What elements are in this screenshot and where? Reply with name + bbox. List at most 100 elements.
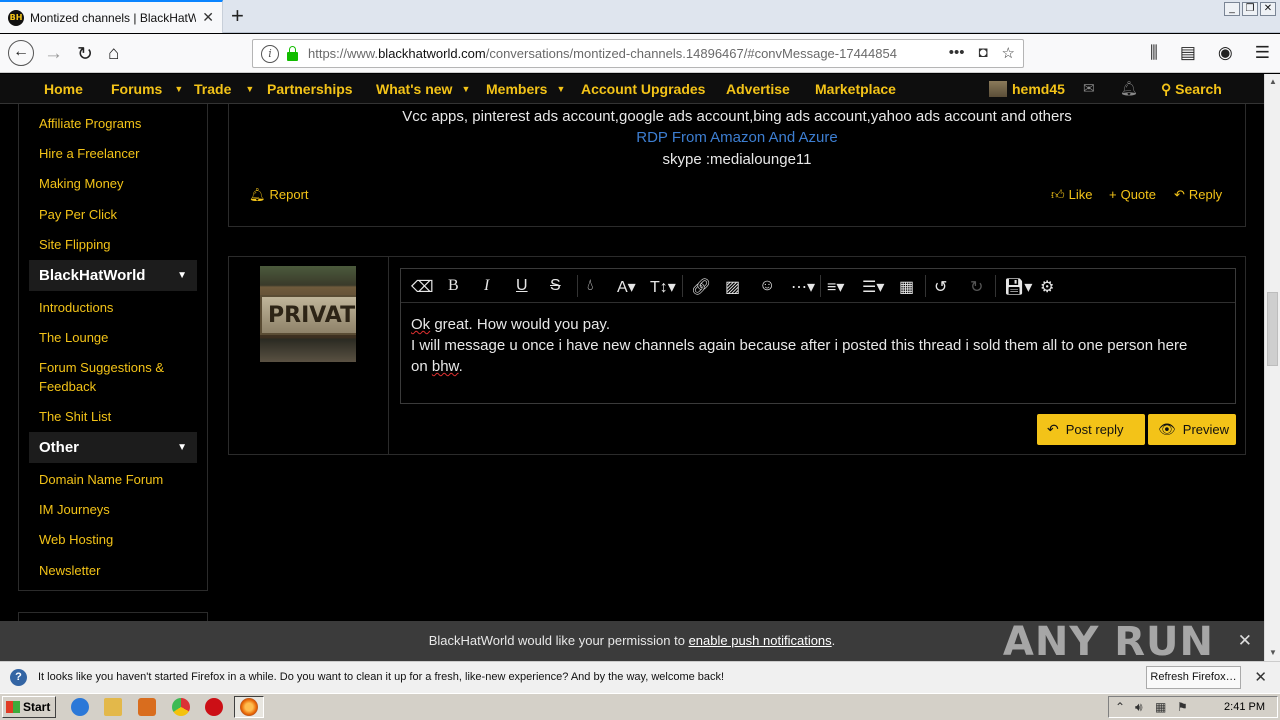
strikethrough-icon[interactable]: S [550, 277, 561, 295]
tab-close-icon[interactable]: ✕ [202, 9, 214, 26]
nav-marketplace[interactable]: Marketplace [815, 81, 896, 97]
media-player-icon[interactable] [138, 698, 156, 716]
sidebar-item-affiliate-programs[interactable]: Affiliate Programs [39, 114, 141, 133]
nav-trade[interactable]: Trade ▼ [194, 81, 254, 97]
explorer-folder-icon[interactable] [104, 698, 122, 716]
scroll-up-icon[interactable]: ▲ [1265, 74, 1280, 90]
rich-text-editor[interactable]: ⌫ B I U S 💧︎ A▾ T↕▾ 🔗︎ ▨ ☺ ⋯▾ ≡▾ ☰▾ ▦ ↺ … [400, 268, 1236, 404]
sidebar-item-introductions[interactable]: Introductions [39, 298, 113, 317]
sidebar-item-site-flipping[interactable]: Site Flipping [39, 235, 111, 254]
volume-icon[interactable]: 🔊︎ [1135, 700, 1143, 715]
underline-icon[interactable]: U [516, 277, 528, 295]
more-options-icon[interactable]: ⋯▾ [791, 277, 815, 297]
pocket-icon[interactable]: ◘ [978, 44, 987, 62]
network-icon[interactable]: ▦ [1155, 700, 1166, 714]
browser-tab-active[interactable]: BH Montized channels | BlackHatWorld ✕ [0, 0, 223, 33]
preview-button[interactable]: 👁︎ Preview [1148, 414, 1236, 445]
sidebar-item-newsletter[interactable]: Newsletter [39, 561, 100, 580]
opera-icon[interactable] [205, 698, 223, 716]
page-scrollbar[interactable]: ▲ ▼ [1264, 74, 1280, 661]
italic-icon[interactable]: I [484, 277, 489, 295]
sidebar-item-the-lounge[interactable]: The Lounge [39, 328, 108, 347]
refresh-firefox-button[interactable]: Refresh Firefox… [1146, 666, 1241, 689]
flag-icon[interactable]: ⚑ [1177, 700, 1188, 714]
like-button[interactable]: 👍︎ Like [1051, 187, 1092, 203]
sidebar-item-shit-list[interactable]: The Shit List [39, 407, 111, 426]
search-button[interactable]: ⚲ Search [1161, 81, 1222, 98]
link-icon[interactable]: 🔗︎ [691, 277, 711, 297]
sidebar-item-making-money[interactable]: Making Money [39, 174, 124, 193]
signature-link[interactable]: RDP From Amazon And Azure [229, 129, 1245, 146]
editor-content[interactable]: Ok great. How would you pay. I will mess… [411, 314, 1227, 377]
tray-expand-icon[interactable]: ⌃ [1115, 700, 1125, 714]
nav-partnerships[interactable]: Partnerships [267, 81, 353, 97]
nav-forums[interactable]: Forums ▼ [111, 81, 183, 97]
font-size-icon[interactable]: T↕▾ [650, 277, 676, 297]
reply-button[interactable]: ↶ Reply [1174, 187, 1222, 203]
chevron-down-icon: ▼ [177, 442, 187, 453]
smilie-icon[interactable]: ☺ [759, 277, 775, 295]
quick-reply: PRIVAT ⌫ B I U S 💧︎ A▾ T↕▾ 🔗︎ ▨ ☺ ⋯▾ ≡▾ … [228, 256, 1246, 455]
taskbar-firefox-active[interactable] [234, 696, 264, 718]
nav-whats-new[interactable]: What's new ▼ [376, 81, 470, 97]
scroll-down-icon[interactable]: ▼ [1265, 645, 1280, 661]
undo-icon[interactable]: ↺ [934, 277, 947, 297]
sidebar-toggle-icon[interactable]: ▤ [1180, 43, 1196, 63]
site-info-icon[interactable]: i [261, 44, 279, 63]
nav-advertise[interactable]: Advertise [726, 81, 790, 97]
nav-account-upgrades[interactable]: Account Upgrades [581, 81, 705, 97]
start-button[interactable]: Start [2, 696, 56, 718]
url-bar[interactable]: i https://www.blackhatworld.com/conversa… [252, 39, 1024, 68]
scrollbar-thumb[interactable] [1267, 292, 1278, 366]
maximize-button[interactable]: ❐ [1242, 2, 1258, 16]
quote-button[interactable]: + Quote [1109, 187, 1156, 202]
post-reply-button[interactable]: ↶ Post reply [1037, 414, 1145, 445]
sidebar-item-pay-per-click[interactable]: Pay Per Click [39, 205, 117, 224]
page-actions-icon[interactable]: ••• [949, 44, 965, 62]
menu-icon[interactable]: ☰ [1255, 43, 1270, 63]
eraser-icon[interactable]: ⌫ [411, 277, 434, 297]
thumbs-up-icon: 👍︎ [1051, 187, 1065, 202]
url-text[interactable]: https://www.blackhatworld.com/conversati… [308, 46, 897, 61]
library-icon[interactable]: ⫼ [1150, 43, 1158, 63]
close-window-button[interactable]: ✕ [1260, 2, 1276, 16]
back-icon[interactable]: ← [8, 40, 34, 66]
nav-home[interactable]: Home [44, 81, 83, 97]
bold-icon[interactable]: B [448, 277, 459, 295]
ie-icon[interactable] [71, 698, 89, 716]
drafts-icon[interactable]: 💾︎▾ [1004, 277, 1032, 297]
report-button[interactable]: 🔔︎ Report [249, 187, 309, 203]
bell-icon[interactable]: 🔔︎ [1120, 80, 1138, 97]
sidebar-item-im-journeys[interactable]: IM Journeys [39, 500, 110, 519]
reload-icon[interactable]: ↻ [77, 43, 93, 66]
system-tray: ⌃ 🔊︎ ▦ ⚑ 2:41 PM [1108, 696, 1278, 718]
account-icon[interactable]: ◉ [1218, 43, 1233, 63]
redo-icon[interactable]: ↻ [970, 277, 983, 297]
home-icon[interactable]: ⌂ [108, 43, 119, 65]
list-icon[interactable]: ☰▾ [862, 277, 884, 297]
text-color-icon[interactable]: 💧︎ [587, 277, 593, 295]
forward-icon[interactable]: → [44, 43, 63, 65]
chevron-down-icon: ▼ [245, 84, 255, 94]
font-family-icon[interactable]: A▾ [617, 277, 636, 297]
sidebar-item-forum-suggestions[interactable]: Forum Suggestions & Feedback [39, 358, 164, 396]
image-icon[interactable]: ▨ [725, 277, 740, 297]
sidebar-item-web-hosting[interactable]: Web Hosting [39, 530, 113, 549]
sidebar-section-blackhatworld[interactable]: BlackHatWorld ▼ [29, 260, 197, 291]
sidebar-item-domain-name-forum[interactable]: Domain Name Forum [39, 470, 163, 489]
enable-push-link[interactable]: enable push notifications [689, 633, 832, 648]
minimize-button[interactable]: _ [1224, 2, 1240, 16]
gear-icon[interactable]: ⚙ [1040, 277, 1054, 297]
close-icon[interactable]: ✕ [1254, 668, 1267, 686]
chrome-icon[interactable] [172, 698, 190, 716]
close-icon[interactable]: ✕ [1238, 621, 1252, 661]
inbox-icon[interactable]: ✉ [1083, 80, 1095, 97]
sidebar-section-other[interactable]: Other ▼ [29, 432, 197, 463]
bookmark-star-icon[interactable]: ☆ [1002, 44, 1015, 62]
table-icon[interactable]: ▦ [899, 277, 914, 297]
sidebar-item-hire-freelancer[interactable]: Hire a Freelancer [39, 144, 139, 163]
nav-members[interactable]: Members ▼ [486, 81, 565, 97]
new-tab-icon[interactable]: + [231, 3, 244, 29]
align-icon[interactable]: ≡▾ [827, 277, 844, 297]
user-menu[interactable]: hemd45 [989, 81, 1065, 97]
